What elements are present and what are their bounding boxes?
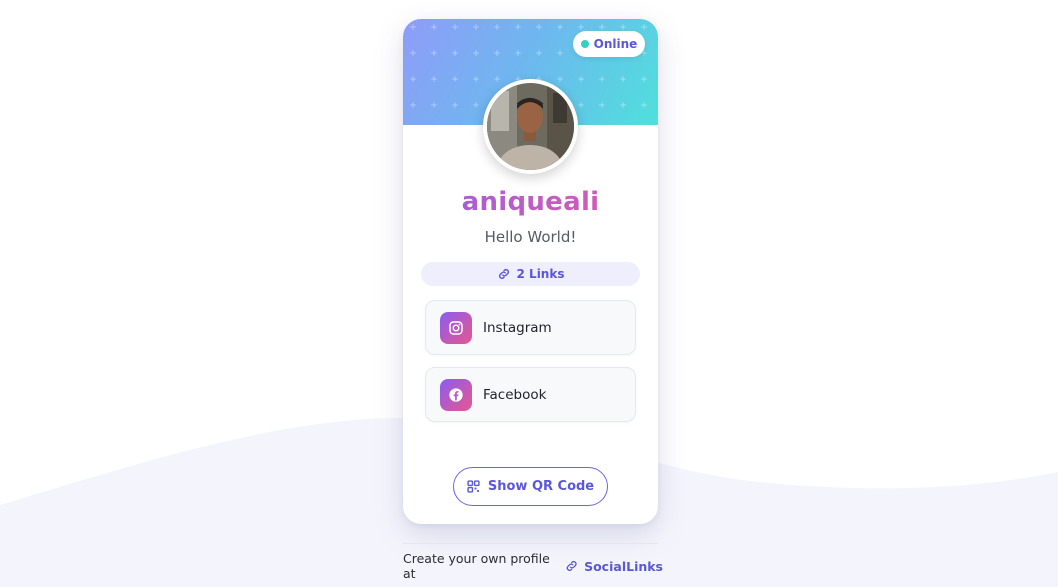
- link-label: Instagram: [483, 319, 552, 336]
- footer: Create your own profile at SocialLinks: [403, 551, 663, 581]
- instagram-icon: [440, 311, 472, 344]
- show-qr-code-button[interactable]: Show QR Code: [453, 467, 608, 506]
- profile-card: Online aniqueali Hello World! 2 Links In…: [403, 19, 658, 524]
- link-icon: [498, 269, 509, 279]
- avatar[interactable]: [483, 79, 578, 174]
- qr-button-label: Show QR Code: [487, 479, 595, 494]
- link-item-facebook[interactable]: Facebook: [425, 367, 636, 422]
- online-dot-icon: [580, 40, 589, 48]
- links-count-label: 2 Links: [516, 267, 565, 281]
- profile-username: aniqueali: [403, 187, 658, 217]
- footer-brand-link[interactable]: SocialLinks: [584, 559, 663, 574]
- footer-text: Create your own profile at: [403, 551, 550, 581]
- footer-divider: [403, 543, 658, 544]
- profile-photo-icon: [487, 83, 574, 170]
- link-label: Facebook: [483, 386, 547, 403]
- status-badge: Online: [573, 31, 645, 57]
- link-item-instagram[interactable]: Instagram: [425, 300, 636, 355]
- links-count-badge: 2 Links: [421, 262, 640, 286]
- link-icon: [566, 561, 577, 571]
- qr-code-icon: [467, 480, 480, 493]
- profile-bio: Hello World!: [484, 228, 577, 246]
- facebook-icon: [440, 378, 472, 411]
- status-label: Online: [593, 37, 638, 51]
